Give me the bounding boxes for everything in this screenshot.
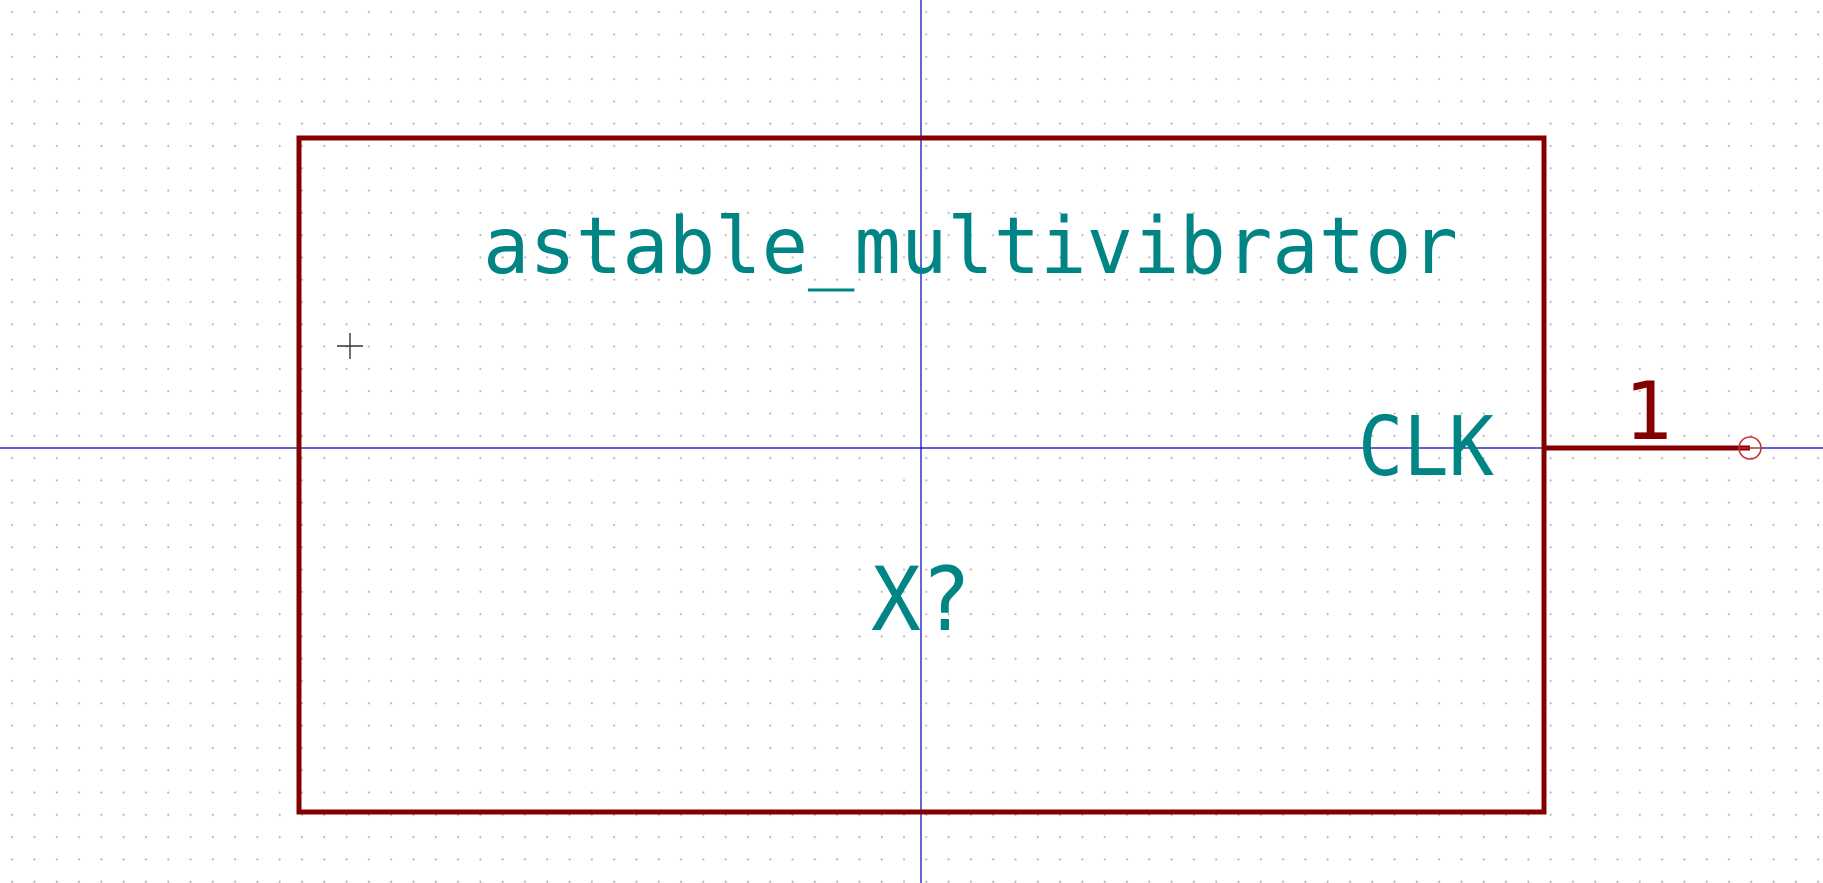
pin-number-1[interactable]: 1	[1624, 365, 1672, 458]
pin-connection-circle-icon[interactable]	[1738, 436, 1762, 460]
schematic-drawing[interactable]: astable_multivibrator CLK 1 X?	[0, 0, 1823, 883]
crosshair-icon	[337, 333, 363, 359]
reference-designator[interactable]: X?	[871, 548, 971, 651]
symbol-name[interactable]: astable_multivibrator	[483, 202, 1458, 292]
schematic-canvas[interactable]: astable_multivibrator CLK 1 X?	[0, 0, 1823, 883]
pin-name-clk[interactable]: CLK	[1358, 400, 1495, 495]
